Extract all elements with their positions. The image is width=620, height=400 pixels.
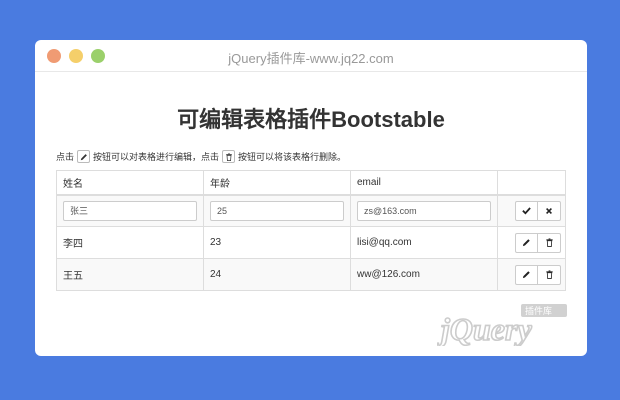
hint-part-3: 按钮可以将该表格行删除。 [238,152,347,162]
table-cell [497,258,566,291]
table-cell [497,226,566,259]
delete-button[interactable] [538,232,561,253]
row-action-buttons [515,264,561,285]
logo-wordmark: jQuery [437,311,532,346]
table-row: 王五 24 ww@126.com [56,258,566,291]
table-cell [350,194,498,227]
name-input[interactable] [63,200,197,221]
column-header-name: 姓名 [56,170,204,196]
jquery-logo: jQuery 插件库 [437,304,567,346]
logo-badge: 插件库 [525,305,552,317]
hint-part-1: 点击 [56,152,75,162]
trash-icon [545,270,553,279]
edit-button[interactable] [515,264,538,285]
table-cell-email: ww@126.com [350,258,498,291]
page-title: 可编辑表格插件Bootstable [177,107,445,132]
trash-icon [545,238,553,247]
table-cell [203,194,351,227]
table-header-row: 姓名 年龄 email [56,170,566,196]
trash-icon [222,150,236,163]
pencil-icon [522,239,530,247]
window-title: jQuery插件库-www.jq22.com [228,51,394,66]
column-header-age: 年龄 [203,170,351,196]
table-cell-email: lisi@qq.com [350,226,498,259]
editable-table: 姓名 年龄 email 张三 25 zs@163.com 李四 23 lisi@… [56,170,566,291]
table-cell-age: 23 [203,226,351,259]
table-cell-name: 李四 [56,226,204,259]
age-input[interactable] [210,200,344,221]
window-titlebar: jQuery插件库-www.jq22.com [35,40,587,72]
column-header-actions [497,170,566,196]
column-header-email: email [350,170,498,196]
pencil-icon [522,271,530,279]
delete-button[interactable] [538,264,561,285]
accept-button[interactable] [515,200,538,221]
table-row: 李四 23 lisi@qq.com [56,226,566,259]
table-cell-name: 王五 [56,258,204,291]
table-row-editing [56,194,566,227]
edit-button[interactable] [515,232,538,253]
table-cell [56,194,204,227]
hint-part-2: 按钮可以对表格进行编辑，点击 [93,152,220,162]
check-icon [522,207,531,215]
row-action-buttons [515,200,561,221]
browser-window: jQuery插件库-www.jq22.com 可编辑表格插件Bootstable… [35,40,587,356]
close-icon [546,207,552,214]
row-action-buttons [515,232,561,253]
instruction-text: 点击 按钮可以对表格进行编辑，点击 按钮可以将该表格行删除。 [56,150,346,163]
pencil-icon [77,150,91,163]
table-cell-age: 24 [203,258,351,291]
email-input[interactable] [357,200,491,221]
table-cell [497,194,566,227]
cancel-button[interactable] [538,200,561,221]
